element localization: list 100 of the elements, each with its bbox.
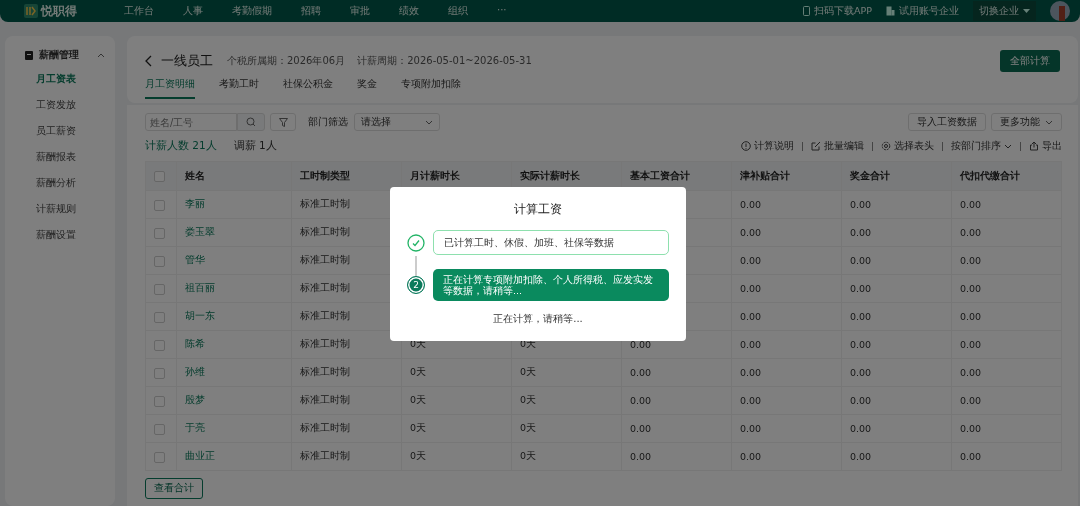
table-cell: 标准工时制	[300, 422, 350, 433]
table-cell: 0.00	[630, 367, 652, 378]
employee-name-link[interactable]: 陈希	[185, 338, 205, 349]
table-cell: 0.00	[740, 339, 762, 350]
column-header: 工时制类型	[300, 169, 350, 181]
department-filter-label: 部门筛选	[308, 115, 348, 129]
toolbar-action[interactable]: 选择表头	[881, 139, 934, 153]
calculate-all-button[interactable]: 全部计算	[1000, 50, 1060, 72]
row-checkbox[interactable]	[154, 395, 165, 407]
employee-name-link[interactable]: 祖百丽	[185, 282, 215, 293]
edit-icon	[811, 141, 821, 151]
table-cell: 0.00	[850, 227, 872, 238]
row-checkbox[interactable]	[154, 199, 165, 211]
toolbar-action[interactable]: 批量编辑	[811, 139, 864, 153]
nav-item[interactable]: 人事	[183, 4, 203, 18]
sidebar-item[interactable]: 薪酬报表	[5, 144, 76, 170]
nav-item[interactable]: 组织	[448, 4, 468, 18]
table-cell: 0.00	[630, 451, 652, 462]
sidebar-item[interactable]: 工资发放	[5, 92, 76, 118]
department-select[interactable]: 请选择	[354, 113, 440, 131]
tab[interactable]: 专项附加扣除	[401, 76, 461, 99]
table-cell: 标准工时制	[300, 282, 350, 293]
column-header: 实际计薪时长	[520, 169, 580, 181]
tab[interactable]: 月工资明细	[145, 76, 195, 99]
row-checkbox[interactable]	[154, 311, 165, 323]
table-cell: 0天	[520, 366, 537, 377]
sidebar-item[interactable]: 薪酬分析	[5, 170, 76, 196]
search-button[interactable]	[237, 113, 265, 131]
sidebar-item[interactable]: 薪酬设置	[5, 222, 76, 248]
back-icon[interactable]	[145, 55, 153, 67]
menu-group-header[interactable]: 薪酬管理	[5, 48, 115, 62]
app-logo-text: 悦职得	[41, 2, 77, 20]
download-app-link[interactable]: 扫码下载APP	[803, 4, 872, 18]
nav-item[interactable]: ···	[497, 4, 507, 18]
tab[interactable]: 奖金	[357, 76, 377, 99]
nav-item[interactable]: 工作台	[124, 4, 154, 18]
employee-name-link[interactable]: 娄玉翠	[185, 226, 215, 237]
table-cell: 0.00	[960, 395, 982, 406]
table-cell: 0.00	[630, 423, 652, 434]
row-checkbox[interactable]	[154, 367, 165, 379]
company-link[interactable]: 试用账号企业	[886, 4, 959, 18]
table-cell: 标准工时制	[300, 226, 350, 237]
view-total-button[interactable]: 查看合计	[145, 478, 203, 499]
row-checkbox[interactable]	[154, 255, 165, 267]
employee-name-link[interactable]: 孙维	[185, 366, 205, 377]
search-field[interactable]: 姓名/工号	[145, 113, 237, 131]
more-functions-dropdown[interactable]: 更多功能	[991, 113, 1062, 131]
employee-name-link[interactable]: 殷梦	[185, 394, 205, 405]
column-header: 代扣代缴合计	[960, 169, 1020, 181]
row-checkbox[interactable]	[154, 451, 165, 463]
table-cell: 标准工时制	[300, 394, 350, 405]
row-checkbox[interactable]	[154, 423, 165, 435]
phone-icon	[803, 6, 811, 16]
nav-item[interactable]: 考勤假期	[232, 4, 272, 18]
table-cell: 0.00	[740, 255, 762, 266]
table-cell: 0.00	[740, 451, 762, 462]
nav-item[interactable]: 招聘	[301, 4, 321, 18]
sidebar-item[interactable]: 计薪规则	[5, 196, 76, 222]
table-cell: 标准工时制	[300, 338, 350, 349]
table-cell: 0天	[410, 450, 427, 461]
employee-name-link[interactable]: 胡一东	[185, 310, 215, 321]
chevron-icon	[425, 119, 433, 125]
row-checkbox[interactable]	[154, 283, 165, 295]
employee-name-link[interactable]: 李丽	[185, 198, 205, 209]
sidebar-item[interactable]: 员工薪资	[5, 118, 76, 144]
table-cell: 标准工时制	[300, 310, 350, 321]
filter-button[interactable]	[270, 113, 296, 131]
nav-item[interactable]: 绩效	[399, 4, 419, 18]
row-checkbox[interactable]	[154, 227, 165, 239]
count-text: 计薪人数 21人	[145, 139, 217, 153]
table-cell: 0.00	[630, 339, 652, 350]
employee-name-link[interactable]: 管华	[185, 254, 205, 265]
table-cell: 0.00	[850, 451, 872, 462]
wallet-icon	[25, 50, 33, 60]
toolbar-action[interactable]: 按部门排序	[951, 139, 1012, 153]
table-cell: 标准工时制	[300, 254, 350, 265]
row-checkbox[interactable]	[154, 339, 165, 351]
step-number: 2	[407, 276, 425, 294]
tab[interactable]: 社保公积金	[283, 76, 333, 99]
table-cell: 0天	[520, 422, 537, 433]
employee-name-link[interactable]: 于亮	[185, 422, 205, 433]
table-cell: 0天	[410, 366, 427, 377]
avatar-icon[interactable]	[1050, 1, 1070, 21]
select-all-checkbox[interactable]	[154, 171, 165, 182]
table-cell: 0.00	[960, 423, 982, 434]
toolbar-action[interactable]: 导出	[1029, 139, 1062, 153]
table-cell: 0.00	[960, 451, 982, 462]
switch-company-dropdown[interactable]: 切换企业	[973, 1, 1036, 21]
table-cell: 0天	[520, 450, 537, 461]
tab[interactable]: 考勤工时	[219, 76, 259, 99]
sidebar-item[interactable]: 月工资表	[5, 66, 76, 92]
table-cell: 0天	[410, 394, 427, 405]
toolbar-action[interactable]: 计算说明	[741, 139, 794, 153]
caret-icon	[1023, 8, 1030, 14]
employee-name-link[interactable]: 曲业正	[185, 450, 215, 461]
import-salary-button[interactable]: 导入工资数据	[908, 113, 986, 131]
table-cell: 0.00	[960, 255, 982, 266]
table-cell: 0天	[520, 394, 537, 405]
pay-period-text: 计薪周期：2026-05-01~2026-05-31	[357, 54, 532, 68]
nav-item[interactable]: 审批	[350, 4, 370, 18]
